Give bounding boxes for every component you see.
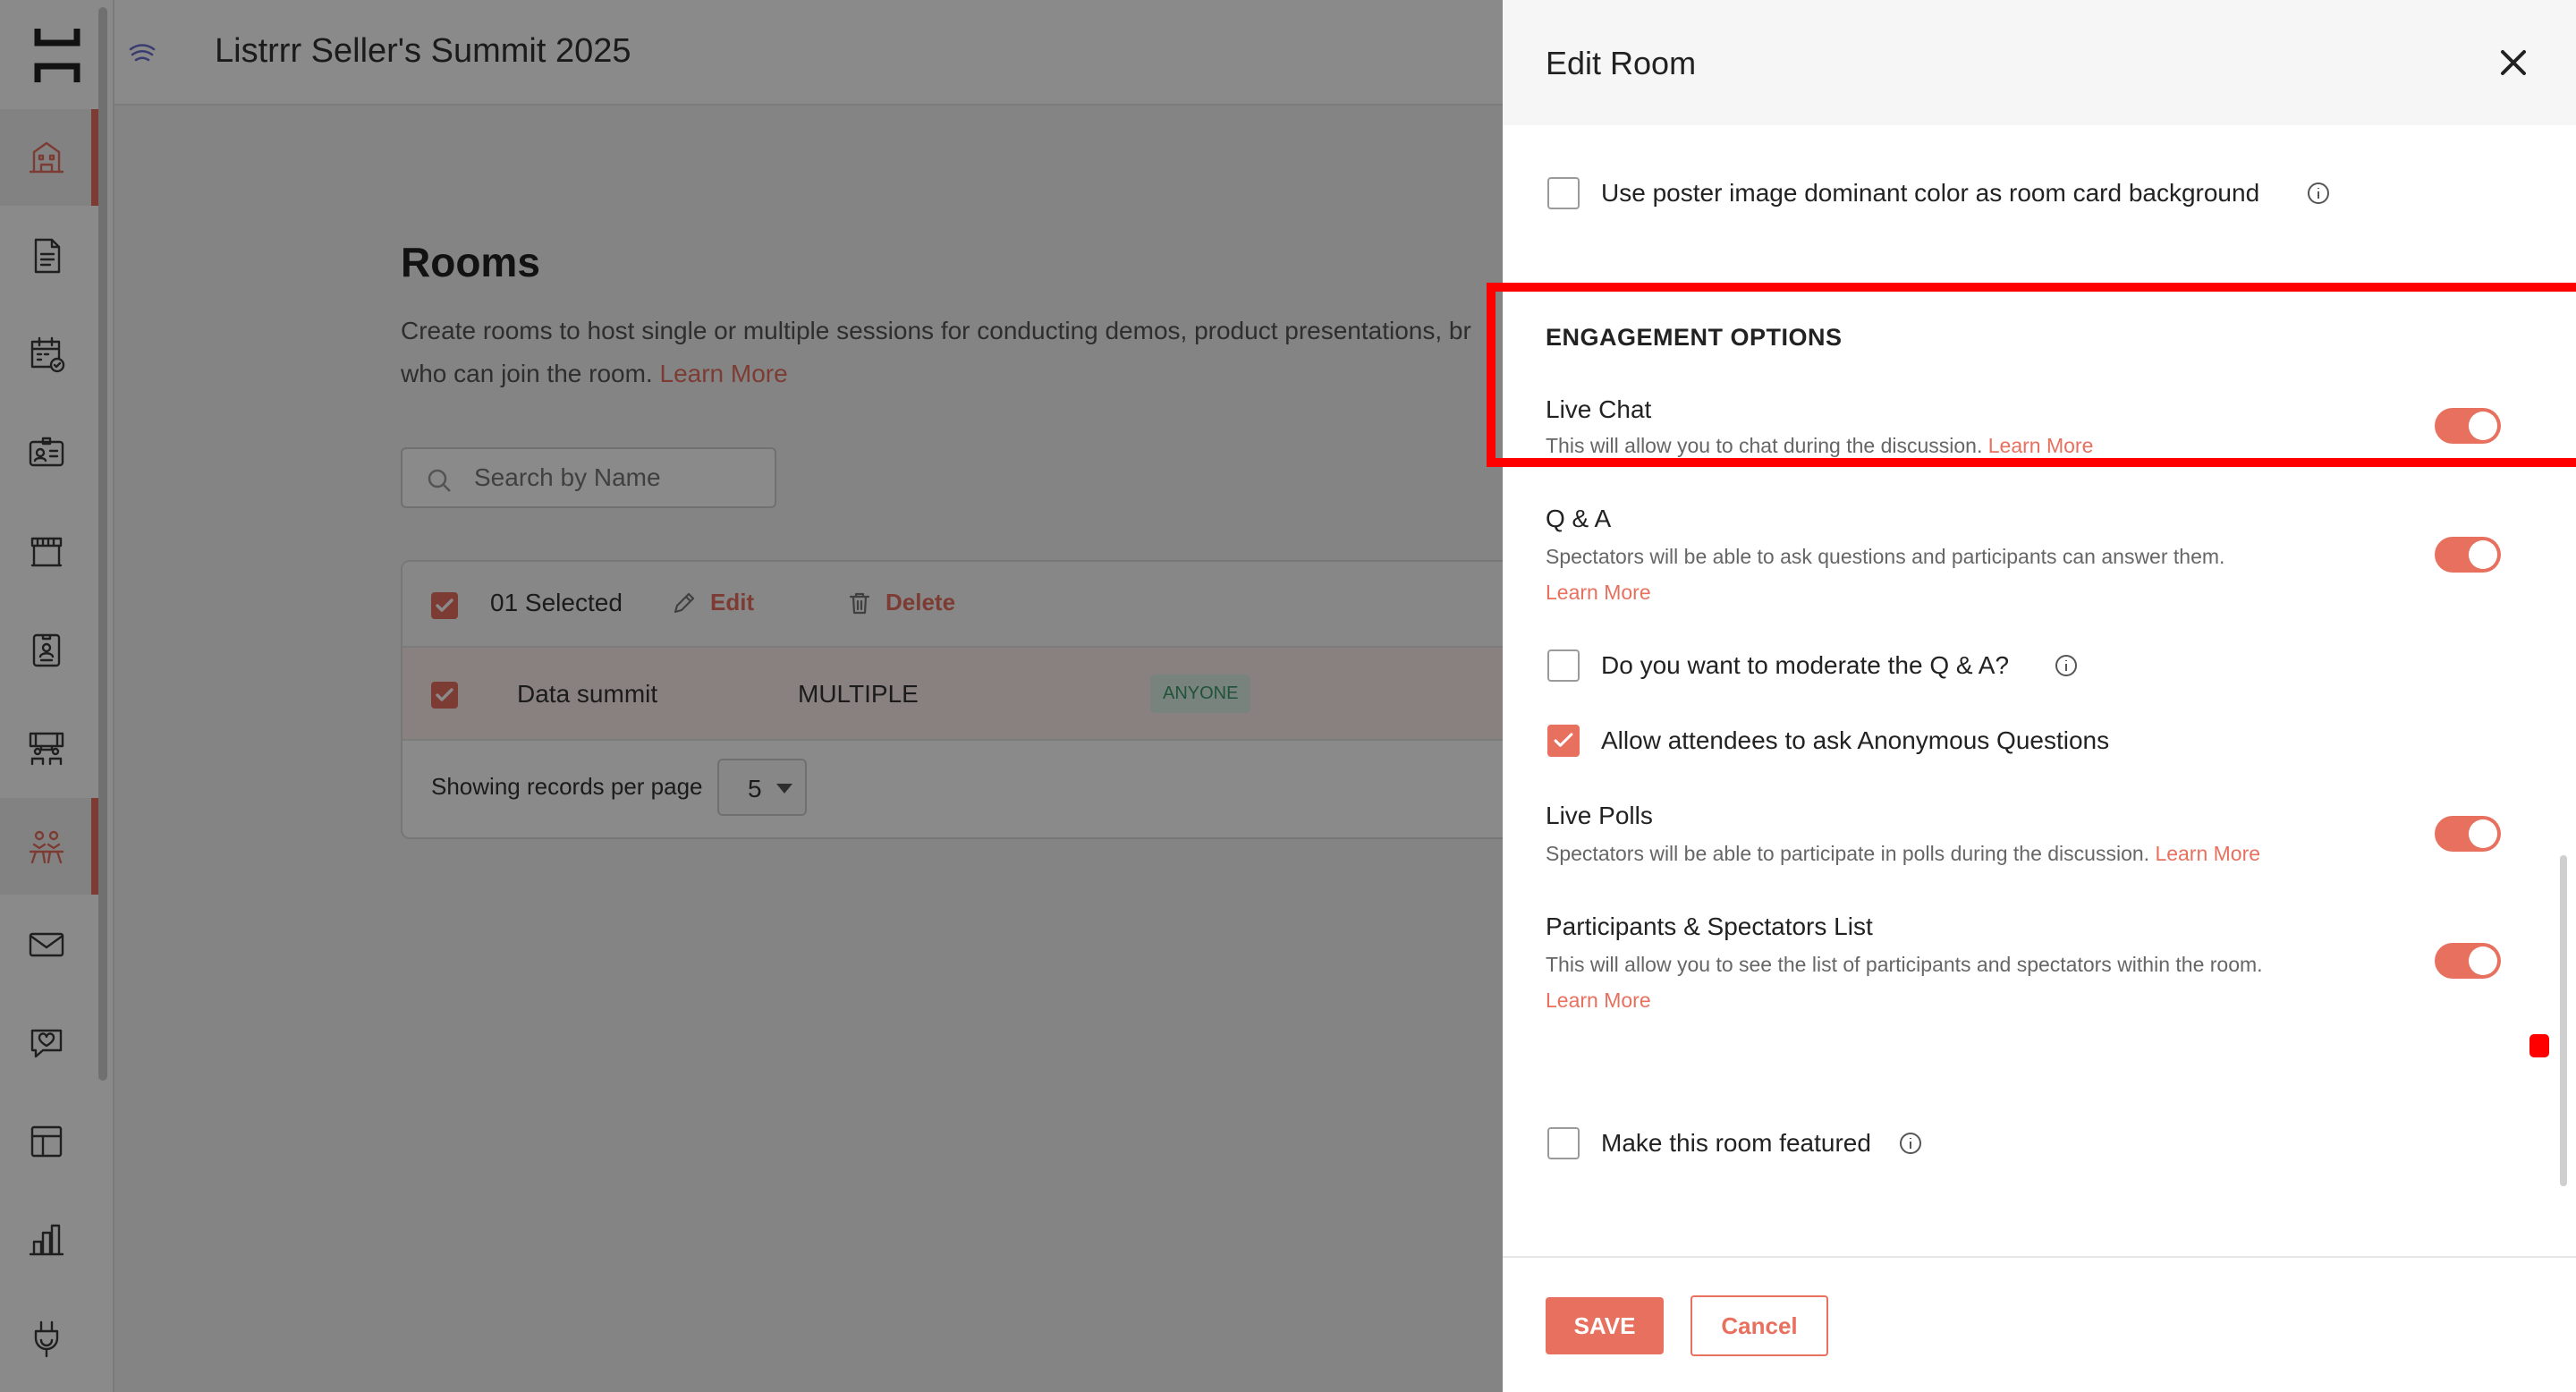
featured-room-label: Make this room featured [1601,1129,1871,1157]
red-marker [2529,1034,2549,1057]
qa-toggle[interactable] [2435,537,2501,573]
live-polls-desc-text: Spectators will be able to participate i… [1546,842,2150,865]
moderate-qa-checkbox[interactable] [1547,649,1580,682]
info-icon [1900,1133,1921,1154]
edit-room-drawer: Edit Room Use poster image dominant colo… [1503,0,2576,1392]
participants-list-title: Participants & Spectators List [1546,912,1873,940]
participants-list-learn-more[interactable]: Learn More [1546,989,1651,1012]
close-button[interactable] [2494,43,2533,82]
close-icon [2501,50,2526,75]
poster-color-label: Use poster image dominant color as room … [1601,179,2260,207]
drawer-scrollbar[interactable] [2560,855,2567,1186]
live-polls-title: Live Polls [1546,802,1653,829]
live-polls-description: Spectators will be able to participate i… [1546,836,2260,871]
participants-list-description: This will allow you to see the list of p… [1546,946,2351,1018]
modal-backdrop[interactable] [0,0,1503,1392]
live-polls-learn-more[interactable]: Learn More [2155,842,2260,865]
drawer-header: Edit Room [1503,0,2576,125]
featured-room-info[interactable] [1898,1131,1923,1156]
info-icon [2055,655,2077,676]
live-polls-toggle[interactable] [2435,816,2501,852]
moderate-qa-info[interactable] [2054,653,2079,678]
qa-desc-text: Spectators will be able to ask questions… [1546,545,2225,568]
participants-list-toggle[interactable] [2435,943,2501,979]
qa-description: Spectators will be able to ask questions… [1546,539,2351,610]
featured-room-checkbox[interactable] [1547,1127,1580,1159]
info-icon [2308,182,2329,204]
save-button[interactable]: SAVE [1546,1297,1664,1354]
drawer-footer: SAVE Cancel [1503,1256,2576,1392]
poster-color-checkbox[interactable] [1547,177,1580,209]
qa-learn-more[interactable]: Learn More [1546,581,1651,604]
cancel-button[interactable]: Cancel [1690,1295,1828,1356]
qa-title: Q & A [1546,505,1612,532]
moderate-qa-label: Do you want to moderate the Q & A? [1601,651,2010,679]
anonymous-questions-label: Allow attendees to ask Anonymous Questio… [1601,726,2110,754]
engagement-highlight-box [1487,283,2576,467]
check-icon [1554,733,1573,747]
drawer-title: Edit Room [1546,45,1697,81]
poster-color-info[interactable] [2306,181,2331,206]
participants-list-desc-text: This will allow you to see the list of p… [1546,953,2263,976]
anonymous-questions-checkbox[interactable] [1547,725,1580,757]
